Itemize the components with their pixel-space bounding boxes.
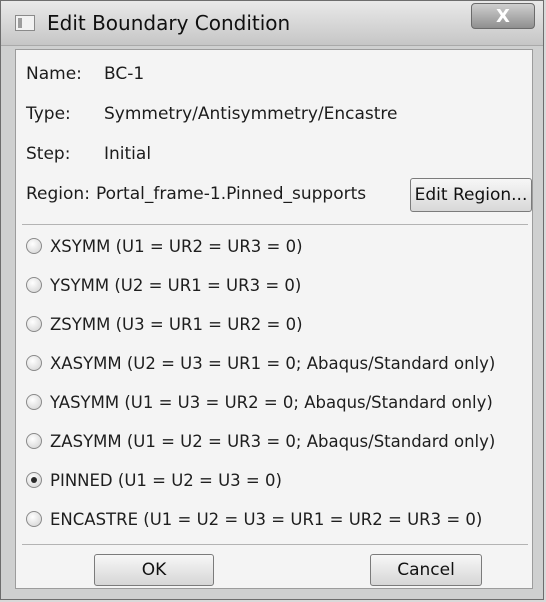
step-label: Step:	[26, 144, 71, 164]
radio-button[interactable]	[26, 511, 42, 527]
radio-option-zsymm[interactable]: ZSYMM (U3 = UR1 = UR2 = 0)	[26, 310, 303, 338]
radio-label: ENCASTRE (U1 = U2 = U3 = UR1 = UR2 = UR3…	[50, 509, 483, 529]
radio-label: XASYMM (U2 = U3 = UR1 = 0; Abaqus/Standa…	[50, 353, 496, 373]
close-button[interactable]: X	[471, 3, 535, 29]
divider	[22, 224, 528, 225]
dialog-title: Edit Boundary Condition	[47, 11, 291, 35]
radio-option-ysymm[interactable]: YSYMM (U2 = UR1 = UR3 = 0)	[26, 271, 301, 299]
divider	[22, 544, 528, 545]
name-value: BC-1	[104, 64, 145, 84]
radio-option-pinned[interactable]: PINNED (U1 = U2 = U3 = 0)	[26, 466, 282, 494]
radio-option-xasymm[interactable]: XASYMM (U2 = U3 = UR1 = 0; Abaqus/Standa…	[26, 349, 495, 377]
window-icon	[15, 15, 35, 31]
radio-button-selected[interactable]	[26, 472, 42, 488]
radio-label: ZASYMM (U1 = U2 = UR3 = 0; Abaqus/Standa…	[50, 431, 496, 451]
radio-label: YASYMM (U1 = U3 = UR2 = 0; Abaqus/Standa…	[50, 392, 493, 412]
radio-button[interactable]	[26, 355, 42, 371]
cancel-button[interactable]: Cancel	[370, 554, 482, 586]
region-value: Portal_frame-1.Pinned_supports	[96, 184, 367, 204]
radio-label: XSYMM (U1 = UR2 = UR3 = 0)	[50, 236, 303, 256]
radio-option-xsymm[interactable]: XSYMM (U1 = UR2 = UR3 = 0)	[26, 232, 303, 260]
radio-label: YSYMM (U2 = UR1 = UR3 = 0)	[50, 275, 302, 295]
radio-label: ZSYMM (U3 = UR1 = UR2 = 0)	[50, 314, 303, 334]
radio-option-yasymm[interactable]: YASYMM (U1 = U3 = UR2 = 0; Abaqus/Standa…	[26, 388, 493, 416]
type-label: Type:	[26, 104, 71, 124]
dialog-body: Name: BC-1 Type: Symmetry/Antisymmetry/E…	[15, 49, 533, 589]
step-value: Initial	[104, 144, 152, 164]
title-bar: Edit Boundary Condition X	[1, 1, 543, 46]
name-label: Name:	[26, 64, 82, 84]
type-value: Symmetry/Antisymmetry/Encastre	[104, 104, 398, 124]
close-icon: X	[496, 5, 510, 27]
edit-region-button[interactable]: Edit Region...	[410, 178, 532, 212]
radio-button[interactable]	[26, 238, 42, 254]
radio-button[interactable]	[26, 277, 42, 293]
radio-label: PINNED (U1 = U2 = U3 = 0)	[50, 470, 282, 490]
radio-button[interactable]	[26, 316, 42, 332]
radio-button[interactable]	[26, 394, 42, 410]
region-label: Region:	[26, 184, 90, 204]
ok-button[interactable]: OK	[94, 554, 214, 586]
radio-button[interactable]	[26, 433, 42, 449]
radio-option-zasymm[interactable]: ZASYMM (U1 = U2 = UR3 = 0; Abaqus/Standa…	[26, 427, 495, 455]
radio-option-encastre[interactable]: ENCASTRE (U1 = U2 = U3 = UR1 = UR2 = UR3…	[26, 505, 482, 533]
edit-boundary-condition-dialog: Edit Boundary Condition X Name: BC-1 Typ…	[0, 0, 544, 600]
